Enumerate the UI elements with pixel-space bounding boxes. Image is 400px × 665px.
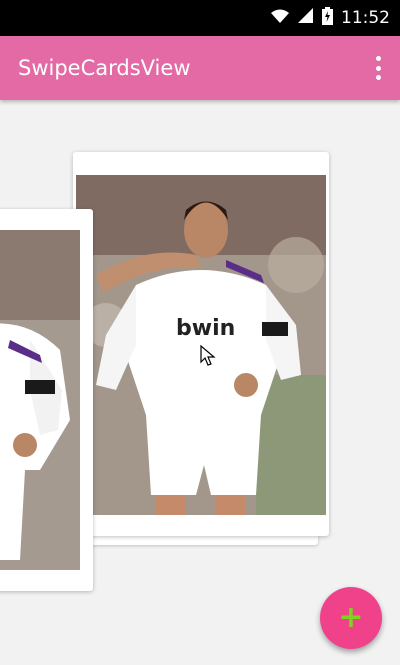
swiped-card[interactable] xyxy=(0,209,93,591)
plus-icon: + xyxy=(338,600,364,635)
app-bar: SwipeCardsView xyxy=(0,36,400,100)
overflow-menu-icon[interactable] xyxy=(370,56,386,80)
battery-charging-icon xyxy=(322,7,333,29)
front-card[interactable]: bwin xyxy=(73,152,329,536)
app-title: SwipeCardsView xyxy=(18,56,191,80)
swiped-card-image xyxy=(0,230,80,570)
wifi-icon xyxy=(270,8,290,28)
svg-text:bwin: bwin xyxy=(176,316,235,341)
status-bar: 11:52 xyxy=(0,0,400,36)
mouse-cursor-icon xyxy=(200,344,216,371)
add-card-button[interactable]: + xyxy=(320,587,382,649)
cell-signal-icon xyxy=(298,8,314,28)
status-time: 11:52 xyxy=(341,8,390,28)
screen: 11:52 SwipeCardsView bwin + xyxy=(0,0,400,665)
